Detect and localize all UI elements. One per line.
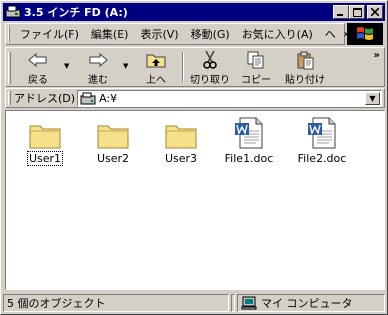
up-folder-icon	[145, 50, 167, 70]
folder-icon	[27, 115, 63, 149]
menu-go[interactable]: 移動(G)	[185, 26, 236, 42]
toolbar-grip[interactable]	[8, 52, 11, 84]
forward-button[interactable]: 進む	[78, 50, 118, 86]
floppy-drive-icon	[5, 5, 21, 19]
back-label: 戻る	[28, 75, 48, 86]
status-divider	[231, 294, 235, 312]
window-title: 3.5 インチ FD (A:)	[24, 6, 128, 19]
standard-toolbar: 戻る ▼ 進む ▼ 上へ 切り取り コピー 貼り付け »	[5, 47, 385, 87]
explorer-window: 3.5 インチ FD (A:) ファイル(F) 編集(E) 表示(V) 移動(G…	[0, 0, 388, 315]
menu-help[interactable]: ヘ	[319, 26, 342, 42]
back-button[interactable]: 戻る	[18, 50, 58, 86]
windows-logo-icon	[347, 23, 383, 45]
floppy-drive-icon	[80, 92, 96, 105]
file-item[interactable]: User2	[80, 115, 146, 165]
menu-edit[interactable]: 編集(E)	[85, 26, 135, 42]
paste-button[interactable]: 貼り付け	[280, 50, 330, 86]
word-document-icon	[304, 115, 340, 149]
maximize-button[interactable]	[349, 5, 365, 19]
address-value: A:¥	[99, 91, 118, 105]
up-label: 上へ	[146, 75, 166, 86]
menu-file[interactable]: ファイル(F)	[14, 26, 85, 42]
copy-button[interactable]: コピー	[236, 50, 276, 86]
file-item[interactable]: User3	[148, 115, 214, 165]
forward-arrow-icon	[87, 50, 109, 70]
file-name: User2	[96, 152, 130, 165]
folder-icon	[95, 115, 131, 149]
status-object-count: 5 個のオブジェクト	[3, 294, 229, 312]
status-location-label: マイ コンピュータ	[261, 297, 353, 310]
address-input[interactable]: A:¥ ▼	[77, 89, 382, 107]
cut-button[interactable]: 切り取り	[188, 50, 232, 86]
address-grip[interactable]	[8, 91, 11, 105]
maximize-icon	[352, 7, 362, 17]
menu-bar: ファイル(F) 編集(E) 表示(V) 移動(G) お気に入り(A) ヘ »	[5, 23, 350, 45]
minimize-icon	[337, 14, 343, 16]
menu-view[interactable]: 表示(V)	[134, 26, 184, 42]
file-list-pane[interactable]: User1 User2 User3 File1.doc File2.doc	[5, 110, 385, 290]
file-item[interactable]: File1.doc	[216, 115, 282, 165]
menu-favorites[interactable]: お気に入り(A)	[236, 26, 319, 42]
paste-label: 貼り付け	[285, 75, 325, 86]
forward-label: 進む	[88, 75, 108, 86]
back-dropdown-arrow[interactable]: ▼	[64, 62, 69, 70]
cut-label: 切り取り	[190, 75, 230, 86]
address-label: アドレス(D)	[14, 92, 76, 105]
paste-clipboard-icon	[295, 50, 315, 70]
close-icon	[371, 8, 379, 16]
menu-grip[interactable]	[8, 26, 10, 42]
address-bar: アドレス(D) A:¥ ▼	[5, 88, 385, 108]
file-name: User3	[164, 152, 198, 165]
copy-label: コピー	[241, 75, 271, 86]
back-arrow-icon	[27, 50, 49, 70]
scissors-icon	[201, 50, 219, 70]
address-dropdown-button[interactable]: ▼	[365, 91, 380, 105]
minimize-button[interactable]	[333, 5, 349, 19]
file-item[interactable]: User1	[12, 115, 78, 166]
file-name: File1.doc	[224, 152, 274, 165]
status-bar: 5 個のオブジェクト マイ コンピュータ	[3, 293, 385, 313]
word-document-icon	[231, 115, 267, 149]
file-name: File2.doc	[297, 152, 347, 165]
file-name: User1	[26, 151, 64, 166]
title-bar[interactable]: 3.5 インチ FD (A:)	[3, 3, 385, 21]
copy-icon	[246, 50, 266, 70]
forward-dropdown-arrow[interactable]: ▼	[123, 62, 128, 70]
close-button[interactable]	[367, 5, 383, 19]
toolbar-overflow-chevron[interactable]: »	[374, 50, 380, 61]
up-button[interactable]: 上へ	[136, 50, 176, 86]
toolbar-separator	[182, 52, 184, 82]
file-item[interactable]: File2.doc	[289, 115, 355, 165]
my-computer-icon	[241, 296, 261, 310]
folder-icon	[163, 115, 199, 149]
status-location: マイ コンピュータ	[237, 294, 385, 312]
